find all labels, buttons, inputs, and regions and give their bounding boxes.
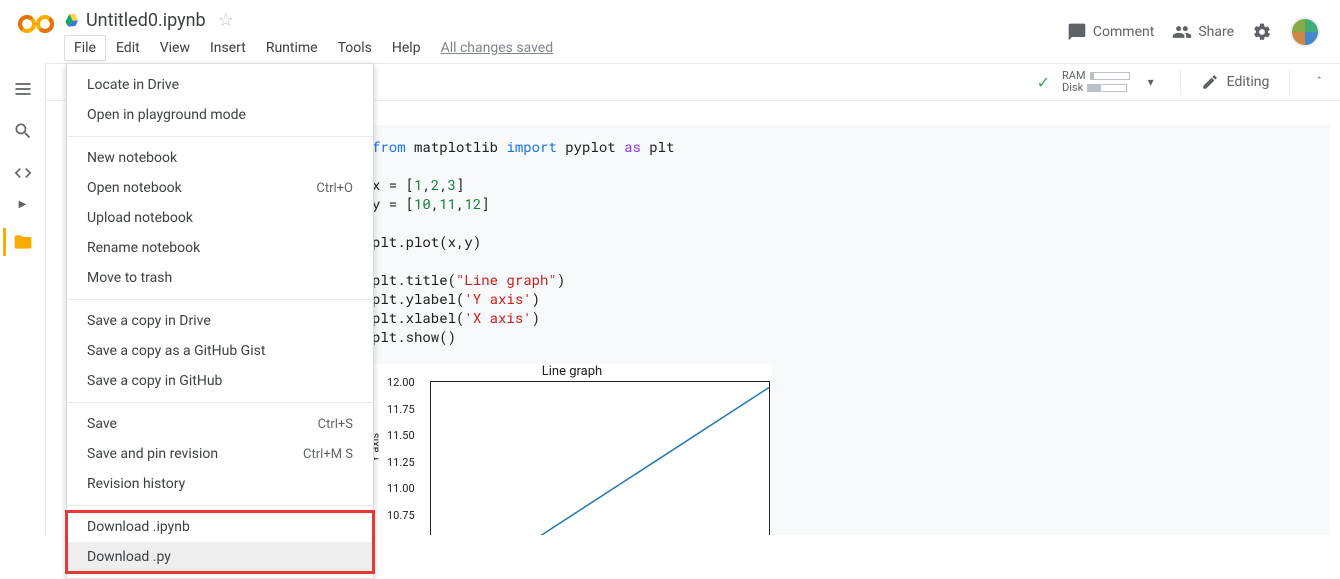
settings-button[interactable] (1252, 22, 1272, 42)
header: Untitled0.ipynb ☆ FileEditViewInsertRunt… (0, 0, 1340, 63)
chart-title: Line graph (372, 364, 772, 379)
menu-item-save-a-copy-in-github[interactable]: Save a copy in GitHub (67, 366, 373, 396)
editing-mode-button[interactable]: Editing (1201, 73, 1270, 91)
menu-edit[interactable]: Edit (106, 35, 150, 61)
colab-logo-icon[interactable] (18, 6, 54, 42)
ytick: 11.00 (387, 482, 415, 495)
menu-separator (67, 402, 373, 403)
menu-item-label: Download .ipynb (87, 519, 190, 535)
resource-meter[interactable]: RAM Disk (1062, 70, 1130, 94)
menu-item-label: Upload notebook (87, 210, 193, 226)
disk-meter (1087, 84, 1127, 92)
menu-item-label: New notebook (87, 150, 177, 166)
menu-view[interactable]: View (150, 35, 200, 61)
ram-meter (1090, 72, 1130, 80)
menu-tools[interactable]: Tools (328, 35, 382, 61)
comment-button[interactable]: Comment (1067, 22, 1154, 42)
star-icon[interactable]: ☆ (218, 10, 234, 31)
divider (1289, 70, 1290, 94)
menu-item-label: Revision history (87, 476, 185, 492)
menu-separator (67, 136, 373, 137)
menu-item-download-py[interactable]: Download .py (67, 542, 373, 572)
collapse-header-icon[interactable]: ˆ (1310, 75, 1328, 89)
menu-file[interactable]: File (64, 35, 106, 61)
files-icon[interactable] (13, 232, 33, 252)
menu-item-label: Download .py (87, 549, 171, 565)
ytick: 10.75 (387, 509, 415, 522)
menu-item-label: Rename notebook (87, 240, 200, 256)
ytick: 12.00 (387, 376, 415, 389)
menu-item-label: Open in playground mode (87, 107, 246, 123)
chart-output: Line graph Y axis 12.0011.7511.5011.2511… (372, 364, 772, 535)
menu-item-label: Save (87, 416, 117, 432)
ytick: 11.50 (387, 429, 415, 442)
search-icon[interactable] (13, 121, 33, 141)
editing-label: Editing (1227, 74, 1270, 90)
connected-check-icon: ✓ (1037, 73, 1050, 92)
menu-item-shortcut: Ctrl+O (316, 181, 353, 196)
title-area: Untitled0.ipynb ☆ FileEditViewInsertRunt… (64, 0, 1067, 63)
menu-item-upload-notebook[interactable]: Upload notebook (67, 203, 373, 233)
menu-runtime[interactable]: Runtime (256, 35, 328, 61)
menu-item-label: Locate in Drive (87, 77, 179, 93)
code-cell[interactable]: ] from matplotlib import pyplot as plt x… (356, 125, 1330, 535)
divider (1180, 70, 1181, 94)
avatar[interactable] (1290, 17, 1320, 47)
menu-item-label: Save and pin revision (87, 446, 218, 462)
disk-label: Disk (1062, 82, 1083, 94)
share-label: Share (1198, 24, 1234, 40)
menu-item-label: Open notebook (87, 180, 182, 196)
share-button[interactable]: Share (1172, 22, 1234, 42)
resource-dropdown-icon[interactable]: ▾ (1142, 75, 1160, 89)
menu-item-label: Move to trash (87, 270, 172, 286)
menu-item-open-notebook[interactable]: Open notebook Ctrl+O (67, 173, 373, 203)
menu-item-new-notebook[interactable]: New notebook (67, 143, 373, 173)
menu-item-open-in-playground-mode[interactable]: Open in playground mode (67, 100, 373, 130)
menu-insert[interactable]: Insert (200, 35, 256, 61)
left-rail: ▶ (0, 63, 46, 535)
logo-area (12, 0, 64, 42)
drive-icon (64, 12, 80, 28)
chart-yticks: 12.00 11.75 11.50 11.25 11.00 10.75 (387, 376, 415, 522)
menu-separator (67, 505, 373, 506)
toc-icon[interactable] (13, 79, 33, 99)
chart-line (431, 382, 769, 535)
menu-item-rename-notebook[interactable]: Rename notebook (67, 233, 373, 263)
menu-item-label: Save a copy in Drive (87, 313, 211, 329)
doc-title[interactable]: Untitled0.ipynb (86, 10, 206, 31)
menu-item-label: Save a copy as a GitHub Gist (87, 343, 265, 359)
menu-item-shortcut: Ctrl+S (318, 417, 353, 432)
menu-item-save-a-copy-in-drive[interactable]: Save a copy in Drive (67, 306, 373, 336)
code-source[interactable]: from matplotlib import pyplot as plt x =… (372, 137, 1314, 346)
menu-item-save[interactable]: Save Ctrl+S (67, 409, 373, 439)
menu-help[interactable]: Help (382, 35, 431, 61)
chart-axes: Y axis 12.0011.7511.5011.2511.0010.75 (430, 381, 770, 535)
ytick: 11.75 (387, 403, 415, 416)
menu-item-save-and-pin-revision[interactable]: Save and pin revision Ctrl+M S (67, 439, 373, 469)
ytick: 11.25 (387, 456, 415, 469)
menu-item-locate-in-drive[interactable]: Locate in Drive (67, 70, 373, 100)
menu-item-label: Save a copy in GitHub (87, 373, 222, 389)
all-changes-saved[interactable]: All changes saved (441, 40, 554, 56)
menu-separator (67, 299, 373, 300)
menu-item-move-to-trash[interactable]: Move to trash (67, 263, 373, 293)
menu-bar: FileEditViewInsertRuntimeToolsHelp All ch… (64, 34, 1067, 62)
menu-item-download-ipynb[interactable]: Download .ipynb (67, 512, 373, 542)
menu-item-shortcut: Ctrl+M S (303, 447, 353, 462)
file-menu-dropdown: Locate in Drive Open in playground mode Ne… (66, 63, 374, 579)
chevron-right-icon[interactable]: ▶ (19, 199, 27, 210)
menu-item-revision-history[interactable]: Revision history (67, 469, 373, 499)
menu-item-save-a-copy-as-a-github-gist[interactable]: Save a copy as a GitHub Gist (67, 336, 373, 366)
comment-label: Comment (1093, 24, 1154, 40)
snippets-icon[interactable] (13, 163, 33, 183)
header-actions: Comment Share (1067, 0, 1328, 63)
